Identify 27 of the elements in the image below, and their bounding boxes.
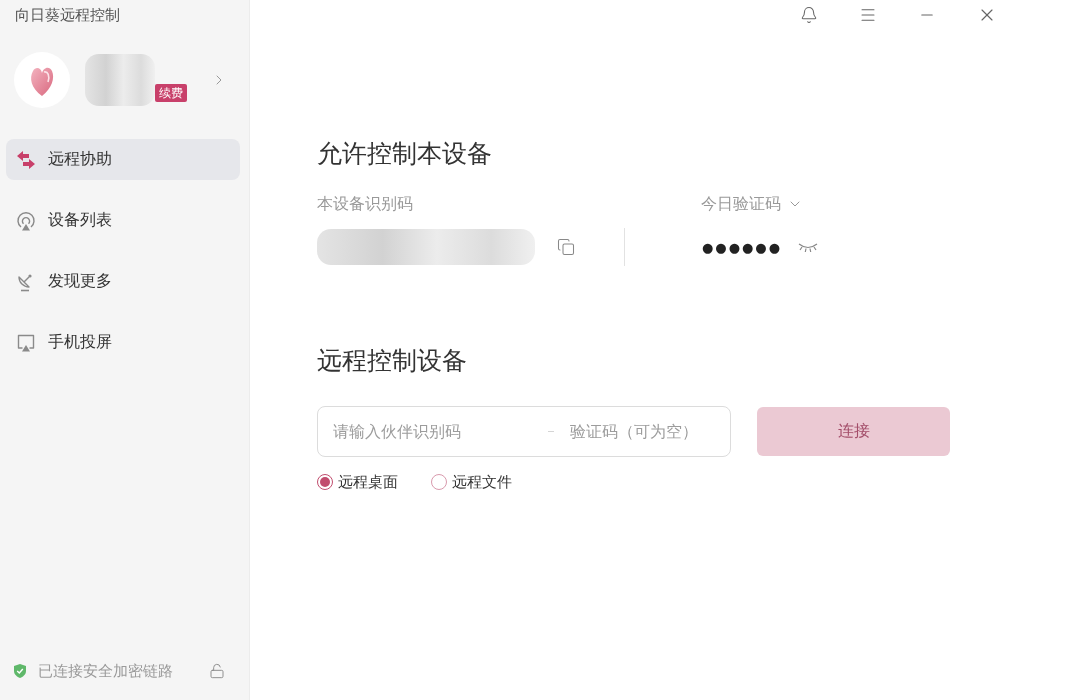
app-title: 向日葵远程控制 <box>14 5 121 25</box>
broadcast-icon <box>16 210 36 231</box>
section-title: 允许控制本设备 <box>317 139 492 169</box>
shield-check-icon <box>14 664 26 678</box>
masked-code: ●●●●●● <box>702 239 783 255</box>
blurred-patch <box>85 54 155 106</box>
connection-status: 已连接安全加密链路 <box>38 661 173 681</box>
nav-item[interactable]: 远程协助 <box>6 139 240 180</box>
section-title: 远程控制设备 <box>317 346 467 376</box>
cast-screen-icon <box>16 333 36 352</box>
nav-item[interactable]: 发现更多 <box>6 261 240 302</box>
nav-item[interactable]: 手机投屏 <box>6 322 240 363</box>
bell-icon[interactable] <box>800 6 818 24</box>
connection-input-box[interactable]: 请输入伙伴识别码 验证码（可为空） <box>317 406 731 457</box>
radio-option[interactable]: 远程文件 <box>431 472 512 492</box>
unlock-icon[interactable] <box>209 663 225 679</box>
verification-code-field[interactable]: 验证码（可为空） <box>570 416 730 447</box>
radio-option[interactable]: 远程桌面 <box>317 472 398 492</box>
partner-id-field[interactable]: 请输入伙伴识别码 <box>333 416 548 447</box>
renew-badge[interactable]: 续费 <box>155 84 187 102</box>
nav-item[interactable]: 设备列表 <box>6 200 240 241</box>
menu-icon[interactable] <box>859 6 877 24</box>
field-label: 本设备识别码 <box>317 193 414 215</box>
swap-arrows-icon <box>16 150 36 169</box>
eye-closed-icon[interactable] <box>798 241 819 253</box>
copy-icon[interactable] <box>557 238 575 256</box>
avatar <box>14 52 70 108</box>
